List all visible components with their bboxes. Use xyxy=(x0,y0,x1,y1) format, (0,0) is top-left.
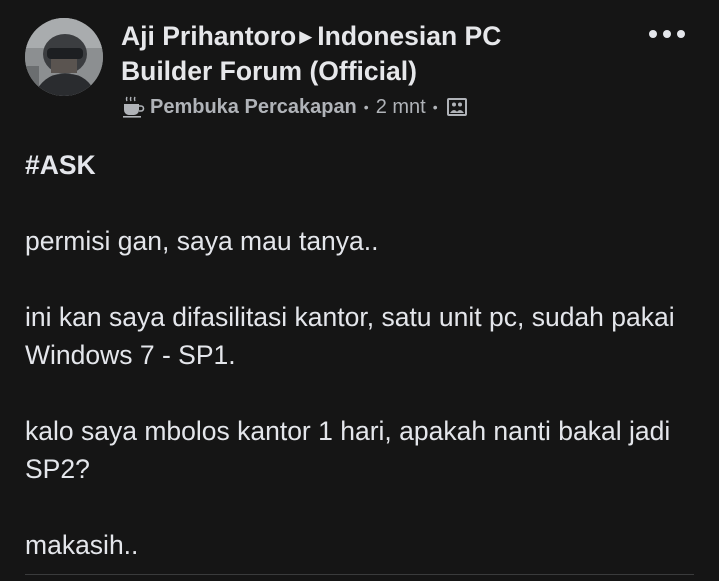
post-paragraph: ini kan saya difasilitasi kantor, satu u… xyxy=(25,302,675,370)
post-header-title: Aji Prihantoro ▶ Indonesian PC Builder For… xyxy=(121,19,591,89)
badge-label[interactable]: Pembuka Percakapan xyxy=(150,96,357,119)
post-meta: Pembuka Percakapan • 2 mnt • xyxy=(121,93,469,121)
avatar[interactable] xyxy=(25,18,103,96)
post-paragraph: makasih.. xyxy=(25,530,139,560)
separator-dot: • xyxy=(363,99,369,115)
post-time[interactable]: 2 mnt xyxy=(376,96,426,119)
more-dot xyxy=(677,30,685,38)
post-body: #ASK permisi gan, saya mau tanya.. ini k… xyxy=(25,146,705,564)
coffee-cup-icon xyxy=(121,95,145,119)
more-dot xyxy=(663,30,671,38)
more-options-icon[interactable] xyxy=(649,22,685,46)
post-paragraph: kalo saya mbolos kantor 1 hari, apakah n… xyxy=(25,416,671,484)
more-dot xyxy=(649,30,657,38)
author-name-link[interactable]: Aji Prihantoro xyxy=(121,21,296,51)
avatar-image xyxy=(25,18,103,96)
post-paragraph: permisi gan, saya mau tanya.. xyxy=(25,226,379,256)
right-triangle-icon: ▶ xyxy=(299,27,313,46)
hashtag-link[interactable]: #ASK xyxy=(25,146,705,184)
divider xyxy=(25,574,694,575)
group-photo-icon xyxy=(445,95,469,119)
post-card: Aji Prihantoro ▶ Indonesian PC Builder For… xyxy=(0,0,719,581)
separator-dot: • xyxy=(432,99,438,115)
